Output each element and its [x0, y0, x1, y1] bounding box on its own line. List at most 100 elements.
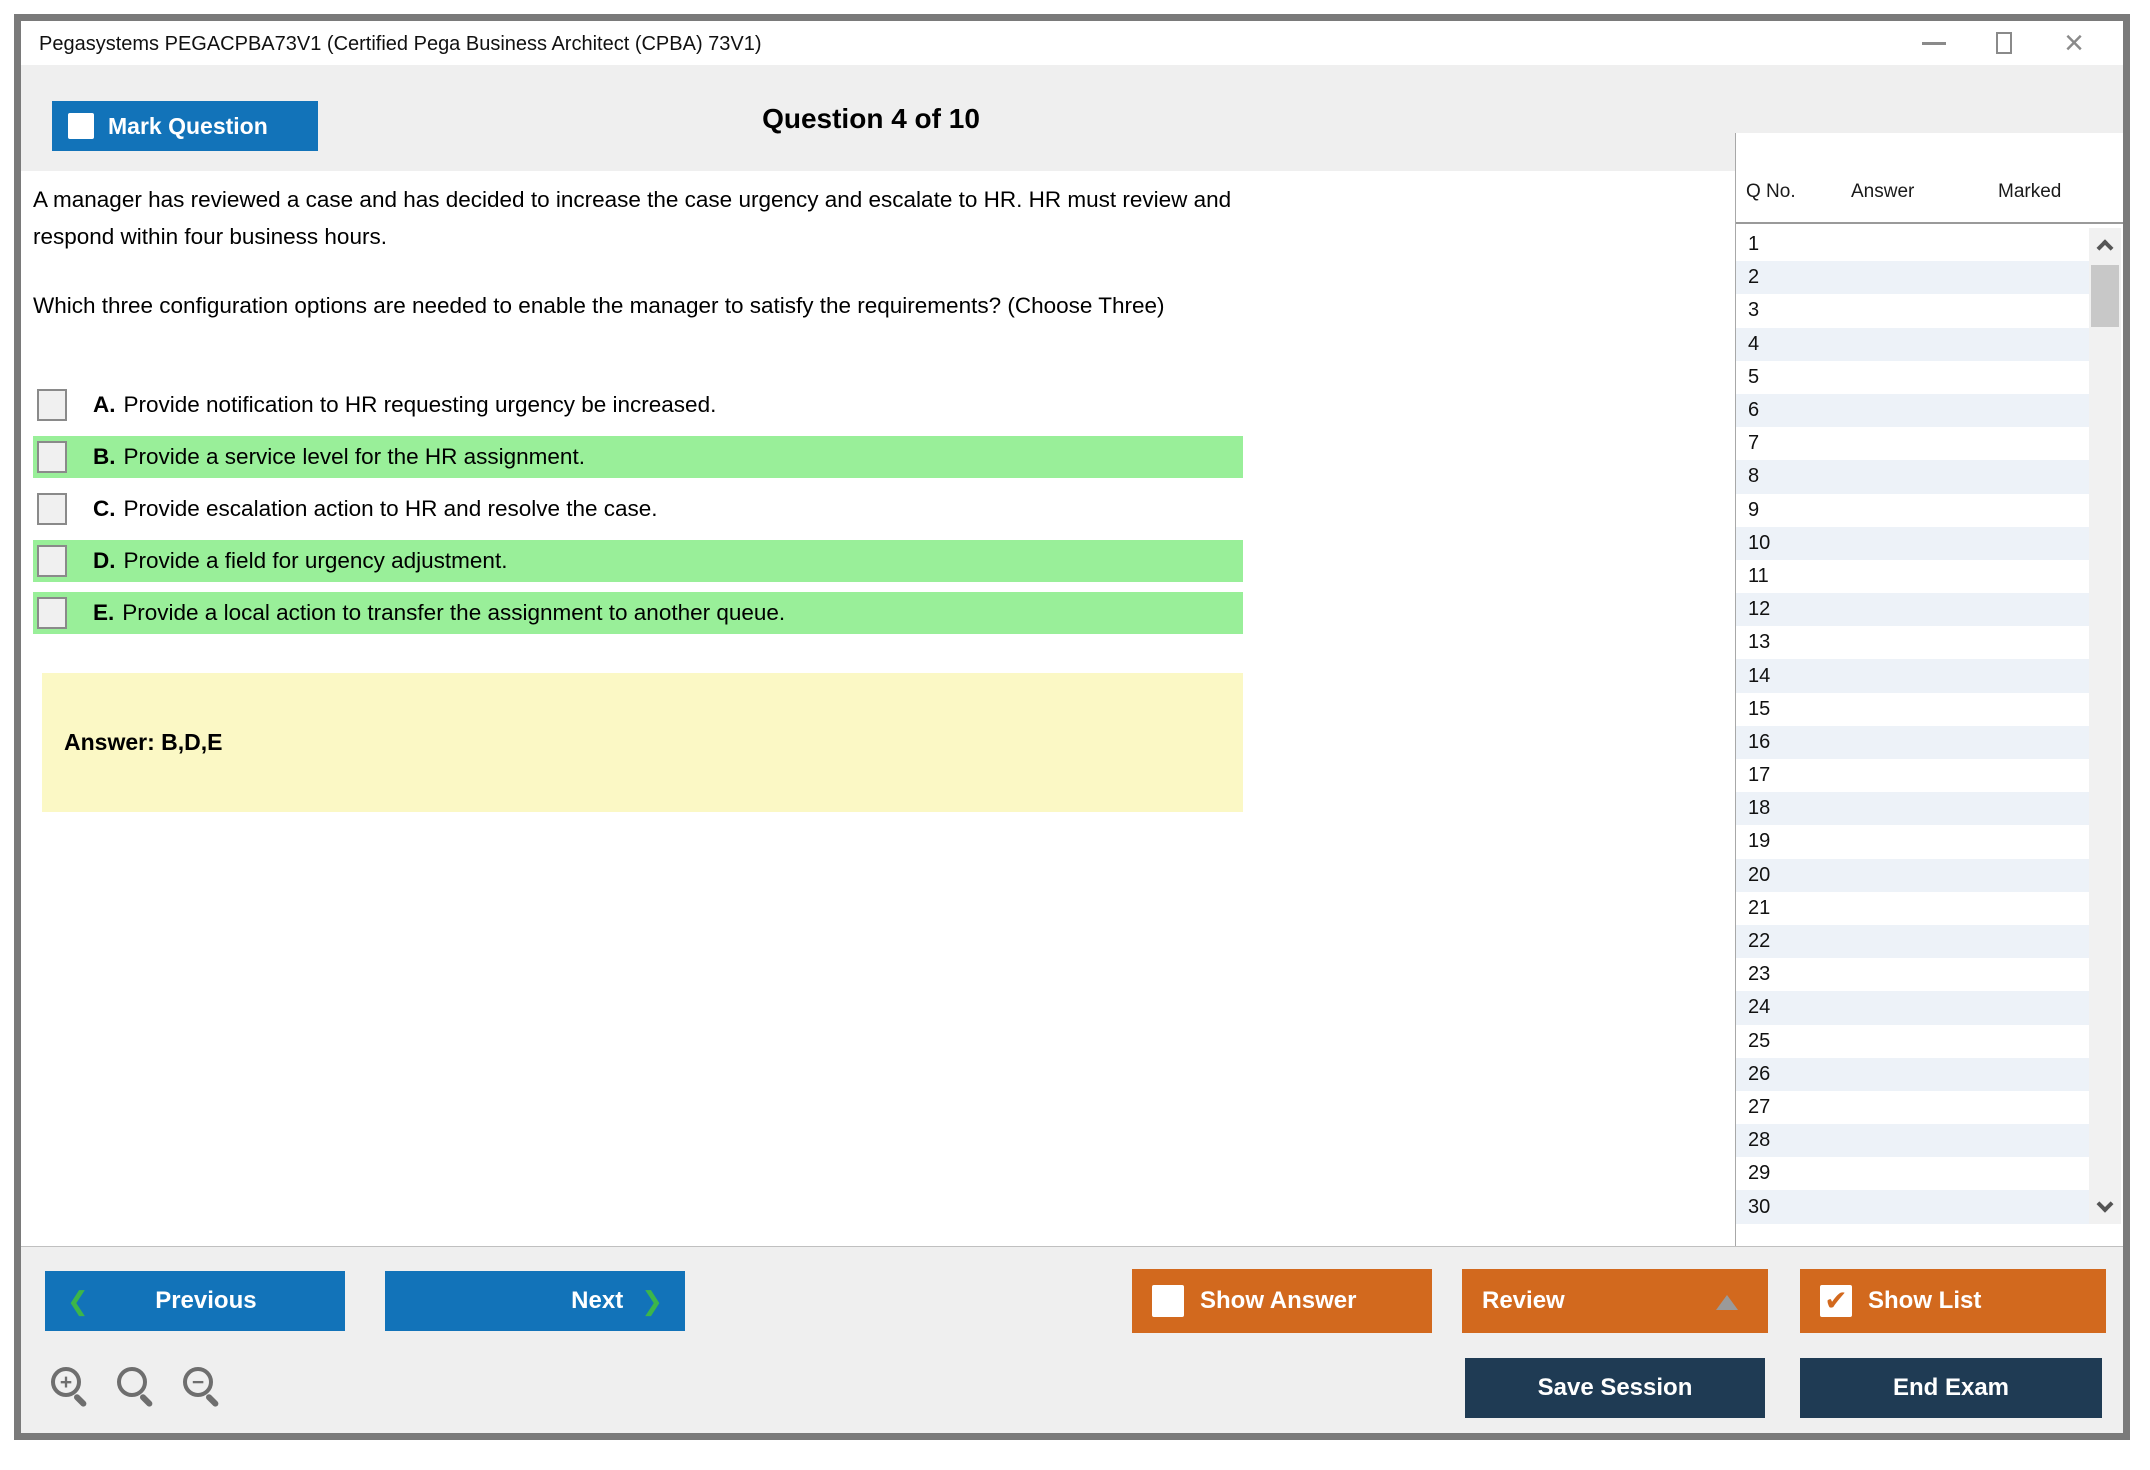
- question-list-row[interactable]: 25: [1736, 1024, 2089, 1058]
- title-bar: Pegasystems PEGACPBA73V1 (Certified Pega…: [21, 21, 2123, 65]
- question-list-row[interactable]: 3: [1736, 294, 2089, 328]
- question-number: 27: [1748, 1095, 1771, 1118]
- question-list-row[interactable]: 28: [1736, 1124, 2089, 1158]
- chevron-right-icon: ❯: [641, 1285, 663, 1316]
- question-list-row[interactable]: 7: [1736, 427, 2089, 461]
- question-list-row[interactable]: 30: [1736, 1190, 2089, 1224]
- question-list-row[interactable]: 18: [1736, 792, 2089, 826]
- zoom-reset-button[interactable]: [117, 1367, 159, 1409]
- show-answer-label: Show Answer: [1200, 1287, 1357, 1314]
- show-list-button[interactable]: ✔ Show List: [1800, 1269, 2106, 1333]
- zoom-out-button[interactable]: −: [183, 1367, 225, 1409]
- show-list-label: Show List: [1868, 1287, 1982, 1314]
- answer-option-row[interactable]: A. Provide notification to HR requesting…: [33, 384, 1243, 426]
- zoom-controls: + −: [51, 1367, 225, 1409]
- show-list-checkbox[interactable]: ✔: [1820, 1285, 1852, 1317]
- question-number: 19: [1748, 830, 1771, 853]
- option-checkbox[interactable]: [37, 389, 67, 421]
- question-list-row[interactable]: 13: [1736, 626, 2089, 660]
- question-list-row[interactable]: 22: [1736, 924, 2089, 959]
- question-list-scrollbar[interactable]: [2089, 228, 2121, 1224]
- question-number: 30: [1748, 1195, 1771, 1218]
- scroll-up-button[interactable]: [2089, 228, 2121, 262]
- column-qno: Q No.: [1746, 181, 1796, 202]
- question-list-row[interactable]: 15: [1736, 692, 2089, 726]
- answer-box: Answer: B,D,E: [42, 673, 1243, 812]
- answer-option-row[interactable]: C. Provide escalation action to HR and r…: [33, 488, 1243, 530]
- review-button[interactable]: Review: [1462, 1269, 1768, 1333]
- question-list-row[interactable]: 6: [1736, 393, 2089, 428]
- minimize-button[interactable]: [1899, 21, 1969, 65]
- save-session-label: Save Session: [1537, 1374, 1693, 1401]
- question-list-row[interactable]: 17: [1736, 759, 2089, 793]
- next-button[interactable]: Next ❯: [385, 1271, 685, 1331]
- magnifier-icon: [117, 1367, 147, 1397]
- minimize-icon: [1922, 41, 1946, 45]
- option-checkbox[interactable]: [37, 441, 67, 473]
- question-number: 23: [1748, 963, 1771, 986]
- scroll-down-button[interactable]: [2089, 1190, 2121, 1224]
- question-list-row[interactable]: 5: [1736, 360, 2089, 394]
- magnifier-handle: [72, 1393, 88, 1408]
- question-number: 18: [1748, 797, 1771, 820]
- option-text: Provide escalation action to HR and reso…: [123, 496, 658, 521]
- show-answer-checkbox[interactable]: [1152, 1285, 1184, 1317]
- maximize-button[interactable]: [1969, 21, 2039, 65]
- check-icon: ✔: [1824, 1285, 1848, 1316]
- question-list-row[interactable]: 9: [1736, 493, 2089, 527]
- close-button[interactable]: ×: [2039, 21, 2109, 65]
- question-list-row[interactable]: 8: [1736, 460, 2089, 494]
- question-list-row[interactable]: 21: [1736, 891, 2089, 925]
- previous-button[interactable]: ❮ Previous: [45, 1271, 345, 1331]
- magnifier-handle: [138, 1393, 154, 1408]
- answer-option-row[interactable]: E. Provide a local action to transfer th…: [33, 592, 1243, 634]
- question-number: 22: [1748, 930, 1771, 953]
- option-letter: B.: [93, 444, 116, 469]
- option-checkbox[interactable]: [37, 597, 67, 629]
- option-checkbox[interactable]: [37, 493, 67, 525]
- question-list-header: Q No. Answer Marked: [1736, 133, 2123, 224]
- option-checkbox[interactable]: [37, 545, 67, 577]
- question-text: A manager has reviewed a case and has de…: [33, 181, 1253, 356]
- save-session-button[interactable]: Save Session: [1465, 1358, 1765, 1418]
- question-list-row[interactable]: 19: [1736, 825, 2089, 859]
- answer-option-row[interactable]: B. Provide a service level for the HR as…: [33, 436, 1243, 478]
- chevron-up-icon: [2096, 239, 2114, 257]
- chevron-down-icon: [2096, 1195, 2114, 1213]
- option-letter: C.: [93, 496, 116, 521]
- show-answer-button[interactable]: Show Answer: [1132, 1269, 1432, 1333]
- options-list: A. Provide notification to HR requesting…: [33, 384, 1243, 634]
- question-number: 28: [1748, 1129, 1771, 1152]
- next-label: Next: [571, 1287, 624, 1314]
- end-exam-button[interactable]: End Exam: [1800, 1358, 2102, 1418]
- close-icon: ×: [2064, 24, 2084, 62]
- question-number: 14: [1748, 664, 1771, 687]
- question-number: 15: [1748, 697, 1771, 720]
- question-list-row[interactable]: 14: [1736, 659, 2089, 693]
- question-list-row[interactable]: 16: [1736, 725, 2089, 759]
- option-letter: A.: [93, 392, 116, 417]
- zoom-in-button[interactable]: +: [51, 1367, 93, 1409]
- answer-option-row[interactable]: D. Provide a field for urgency adjustmen…: [33, 540, 1243, 582]
- question-list-row[interactable]: 4: [1736, 327, 2089, 361]
- question-list-row[interactable]: 10: [1736, 526, 2089, 560]
- question-list-row[interactable]: 12: [1736, 593, 2089, 627]
- scrollbar-thumb[interactable]: [2091, 265, 2119, 327]
- question-number: 12: [1748, 598, 1771, 621]
- question-list-row[interactable]: 27: [1736, 1090, 2089, 1125]
- question-paragraph-2: Which three configuration options are ne…: [33, 293, 1165, 318]
- option-letter: E.: [93, 600, 115, 625]
- question-list-row[interactable]: 2: [1736, 261, 2089, 295]
- question-list-row[interactable]: 11: [1736, 559, 2089, 594]
- question-list-row[interactable]: 26: [1736, 1057, 2089, 1091]
- question-list-row[interactable]: 24: [1736, 991, 2089, 1025]
- option-letter: D.: [93, 548, 116, 573]
- answer-label: Answer: B,D,E: [64, 729, 223, 755]
- zoom-in-icon: +: [51, 1367, 81, 1397]
- option-text: Provide a field for urgency adjustment.: [123, 548, 508, 573]
- question-list-row[interactable]: 20: [1736, 858, 2089, 892]
- magnifier-handle: [204, 1393, 220, 1408]
- question-list-row[interactable]: 1: [1736, 228, 2089, 262]
- question-list-row[interactable]: 23: [1736, 958, 2089, 992]
- question-list-row[interactable]: 29: [1736, 1157, 2089, 1191]
